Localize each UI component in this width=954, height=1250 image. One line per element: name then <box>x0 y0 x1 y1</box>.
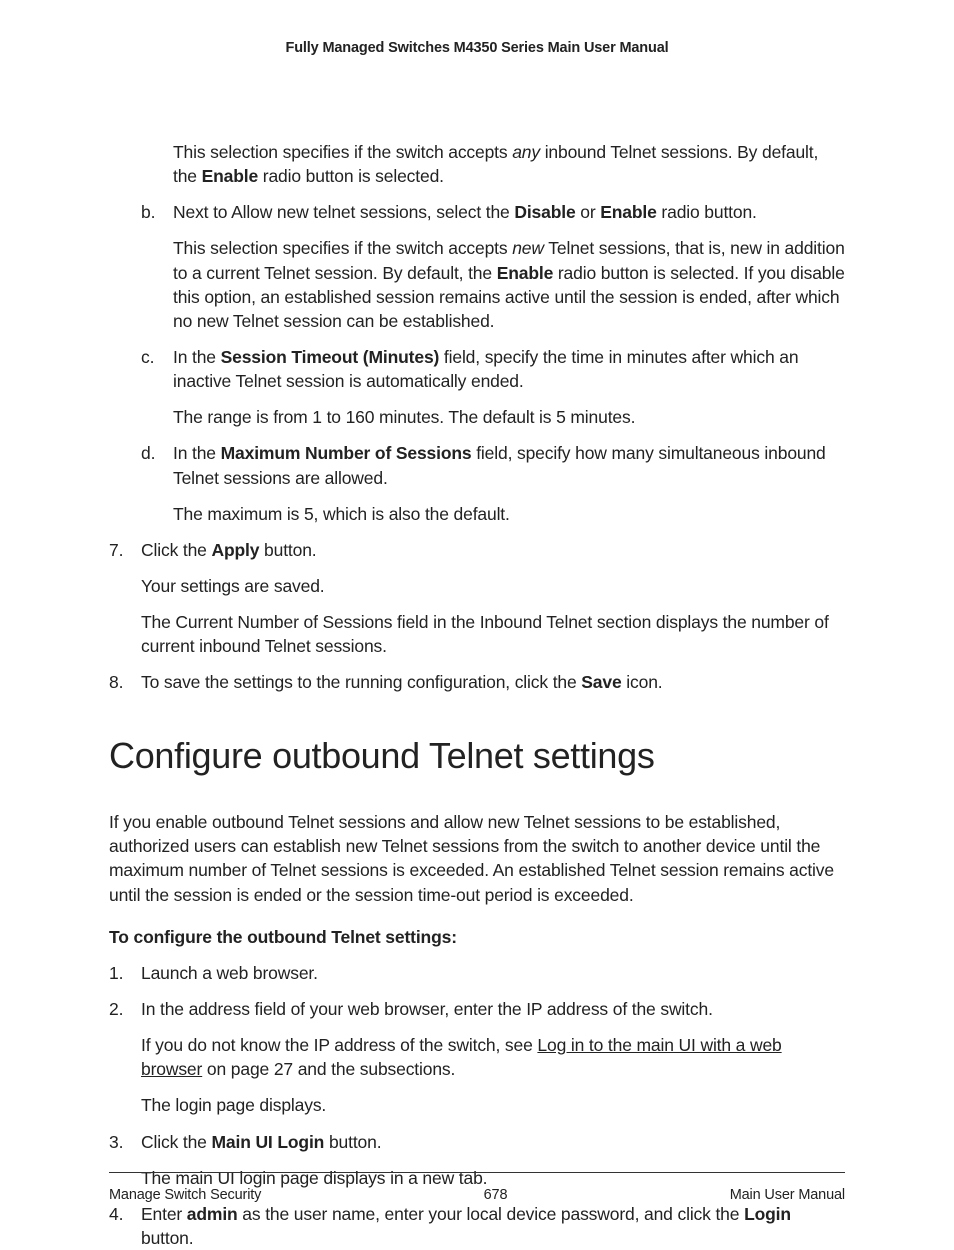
continuation-paragraph: This selection specifies if the switch a… <box>109 140 845 188</box>
italic-text: any <box>512 142 540 162</box>
bold-text: Main UI Login <box>211 1132 324 1152</box>
text: radio button is selected. <box>258 166 444 186</box>
paragraph: Launch a web browser. <box>141 961 845 985</box>
bold-text: Apply <box>211 540 259 560</box>
bold-text: Save <box>581 672 621 692</box>
paragraph: The range is from 1 to 160 minutes. The … <box>173 405 845 429</box>
text: In the <box>173 443 221 463</box>
section-heading: Configure outbound Telnet settings <box>109 731 845 781</box>
page-footer: Manage Switch Security 678 Main User Man… <box>109 1172 845 1203</box>
list-marker: d. <box>141 441 155 465</box>
bold-text: Disable <box>514 202 575 222</box>
top-list: 7. Click the Apply button. Your settings… <box>109 538 845 695</box>
paragraph: In the address field of your web browser… <box>141 997 845 1021</box>
paragraph: The Current Number of Sessions field in … <box>141 610 845 658</box>
procedure-list: 1. Launch a web browser. 2. In the addre… <box>109 961 845 1250</box>
text: Next to Allow new telnet sessions, selec… <box>173 202 514 222</box>
footer-left: Manage Switch Security <box>109 1187 261 1203</box>
text: In the <box>173 347 221 367</box>
text: button. <box>141 1228 193 1248</box>
paragraph: In the Session Timeout (Minutes) field, … <box>173 345 845 393</box>
text: on page 27 and the subsections. <box>202 1059 455 1079</box>
bold-text: Login <box>744 1204 791 1224</box>
paragraph: Click the Apply button. <box>141 538 845 562</box>
section-intro-paragraph: If you enable outbound Telnet sessions a… <box>109 810 845 907</box>
italic-text: new <box>512 238 544 258</box>
bold-text: Maximum Number of Sessions <box>221 443 472 463</box>
list-marker: 1. <box>109 961 123 985</box>
bold-text: admin <box>187 1204 238 1224</box>
footer-page-number: 678 <box>484 1187 508 1203</box>
paragraph: Click the Main UI Login button. <box>141 1130 845 1154</box>
text: button. <box>324 1132 381 1152</box>
text: To save the settings to the running conf… <box>141 672 581 692</box>
list-item-c: c. In the Session Timeout (Minutes) fiel… <box>141 345 845 429</box>
paragraph: The login page displays. <box>141 1093 845 1117</box>
paragraph: This selection specifies if the switch a… <box>173 236 845 333</box>
list-item-2: 2. In the address field of your web brow… <box>109 997 845 1118</box>
footer-rule <box>109 1172 845 1173</box>
text: radio button. <box>657 202 757 222</box>
procedure-heading: To configure the outbound Telnet setting… <box>109 925 845 949</box>
paragraph: Next to Allow new telnet sessions, selec… <box>173 200 845 224</box>
paragraph: In the Maximum Number of Sessions field,… <box>173 441 845 489</box>
bold-text: Enable <box>600 202 656 222</box>
text: button. <box>259 540 316 560</box>
paragraph: Your settings are saved. <box>141 574 845 598</box>
list-item-4: 4. Enter admin as the user name, enter y… <box>109 1202 845 1250</box>
text: Click the <box>141 540 211 560</box>
text: icon. <box>622 672 663 692</box>
bold-text: Enable <box>497 263 553 283</box>
text: or <box>576 202 601 222</box>
list-marker: 3. <box>109 1130 123 1154</box>
bold-text: Enable <box>202 166 258 186</box>
list-item-d: d. In the Maximum Number of Sessions fie… <box>141 441 845 525</box>
text: If you do not know the IP address of the… <box>141 1035 537 1055</box>
sub-list: b. Next to Allow new telnet sessions, se… <box>109 200 845 526</box>
list-marker: 8. <box>109 670 123 694</box>
paragraph: The maximum is 5, which is also the defa… <box>173 502 845 526</box>
text: as the user name, enter your local devic… <box>238 1204 744 1224</box>
footer-right: Main User Manual <box>730 1187 845 1203</box>
list-item-7: 7. Click the Apply button. Your settings… <box>109 538 845 659</box>
list-marker: 7. <box>109 538 123 562</box>
list-marker: b. <box>141 200 155 224</box>
paragraph: If you do not know the IP address of the… <box>141 1033 845 1081</box>
list-item-1: 1. Launch a web browser. <box>109 961 845 985</box>
paragraph: Enter admin as the user name, enter your… <box>141 1202 845 1250</box>
paragraph: To save the settings to the running conf… <box>141 670 845 694</box>
text: This selection specifies if the switch a… <box>173 238 512 258</box>
text: Click the <box>141 1132 211 1152</box>
bold-text: Session Timeout (Minutes) <box>221 347 440 367</box>
document-header: Fully Managed Switches M4350 Series Main… <box>109 38 845 58</box>
list-marker: 4. <box>109 1202 123 1226</box>
list-marker: c. <box>141 345 154 369</box>
list-item-b: b. Next to Allow new telnet sessions, se… <box>141 200 845 333</box>
text: This selection specifies if the switch a… <box>173 142 512 162</box>
list-marker: 2. <box>109 997 123 1021</box>
list-item-8: 8. To save the settings to the running c… <box>109 670 845 694</box>
text: Enter <box>141 1204 187 1224</box>
